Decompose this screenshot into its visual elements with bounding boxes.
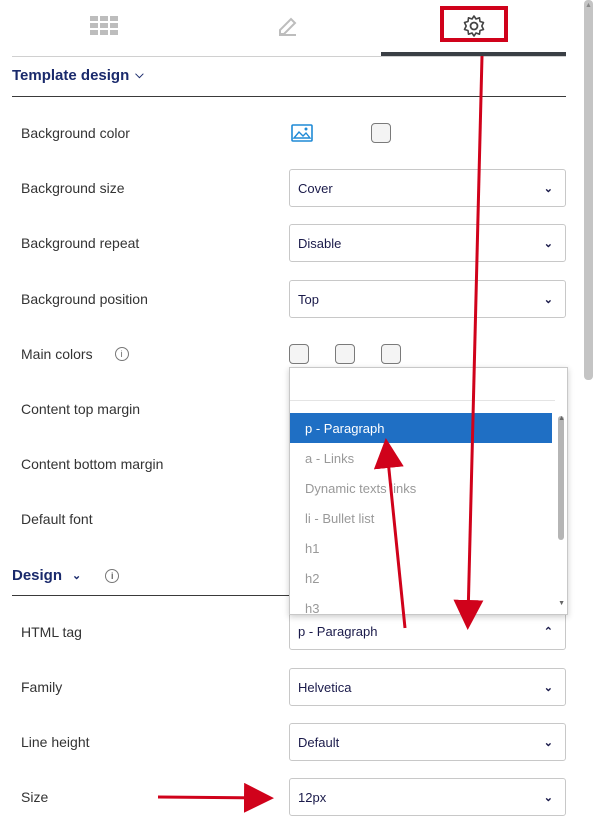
chevron-down-icon: ⌄ <box>543 736 553 749</box>
line-height-select[interactable]: Default ⌄ <box>289 723 566 761</box>
main-colors-label: Main colors <box>21 346 93 362</box>
tab-blocks[interactable] <box>12 0 196 52</box>
html-tag-label: HTML tag <box>21 624 82 640</box>
size-label: Size <box>21 789 49 805</box>
edit-icon <box>279 17 297 36</box>
default-font-label: Default font <box>21 511 93 527</box>
annotation-highlight-box <box>440 6 508 42</box>
section-title: Design <box>12 567 63 584</box>
family-select[interactable]: Helvetica ⌄ <box>289 668 566 706</box>
dropdown-option[interactable]: p - Paragraph <box>290 413 552 443</box>
tab-edit[interactable] <box>196 0 380 52</box>
background-position-label: Background position <box>21 291 148 307</box>
content-top-margin-label: Content top margin <box>21 401 141 417</box>
scroll-up-icon[interactable]: ▲ <box>585 2 592 9</box>
section-title: Template design <box>12 67 130 84</box>
chevron-down-icon: ⌄ <box>543 237 553 250</box>
divider <box>12 96 566 97</box>
chevron-down-icon: ⌄ <box>543 182 553 195</box>
background-repeat-label: Background repeat <box>21 235 140 251</box>
html-tag-select[interactable]: p - Paragraph ⌃ <box>289 612 566 650</box>
dropdown-scrollbar[interactable] <box>558 416 564 540</box>
image-icon[interactable] <box>291 124 313 142</box>
chevron-down-icon: ⌄ <box>72 570 82 582</box>
background-size-select[interactable]: Cover ⌄ <box>289 169 566 207</box>
main-color-swatch-3[interactable] <box>381 344 401 364</box>
chevron-up-icon: ⌃ <box>543 625 553 638</box>
family-label: Family <box>21 679 63 695</box>
page-scrollbar[interactable] <box>584 0 593 380</box>
dropdown-option[interactable]: li - Bullet list <box>290 503 552 533</box>
select-value: 12px <box>298 789 327 805</box>
line-height-label: Line height <box>21 734 90 750</box>
scroll-down-icon[interactable]: ▼ <box>558 600 565 607</box>
select-value: Default <box>298 734 340 750</box>
design-heading[interactable]: Design ⌄ i <box>12 567 120 584</box>
main-colors-row: Main colors i <box>21 346 129 362</box>
chevron-down-icon: ⌄ <box>543 293 553 306</box>
select-value: Disable <box>298 235 342 251</box>
dropdown-option[interactable]: h2 <box>290 563 552 593</box>
html-tag-dropdown: p - Paragraph a - Links Dynamic texts li… <box>289 367 568 615</box>
dropdown-option[interactable]: a - Links <box>290 443 552 473</box>
dropdown-option[interactable]: h3 <box>290 593 552 615</box>
content-bottom-margin-label: Content bottom margin <box>21 456 164 472</box>
annotation-arrow <box>157 782 274 813</box>
chevron-down-icon: ⌵ <box>135 69 144 81</box>
main-color-swatch-2[interactable] <box>335 344 355 364</box>
background-size-label: Background size <box>21 180 125 196</box>
select-value: Top <box>298 291 319 307</box>
chevron-down-icon: ⌄ <box>543 791 553 804</box>
dropdown-option[interactable]: h1 <box>290 533 552 563</box>
main-color-swatch-1[interactable] <box>289 344 309 364</box>
select-value: p - Paragraph <box>298 623 378 639</box>
scroll-up-icon[interactable]: ▲ <box>558 415 565 422</box>
dropdown-search[interactable] <box>290 368 555 401</box>
grid-icon <box>90 16 118 35</box>
size-select[interactable]: 12px ⌄ <box>289 778 566 816</box>
template-design-heading[interactable]: Template design ⌵ <box>12 67 144 84</box>
background-color-label: Background color <box>21 125 130 141</box>
info-icon[interactable]: i <box>114 347 129 361</box>
select-value: Helvetica <box>298 679 352 695</box>
info-icon[interactable]: i <box>105 568 120 583</box>
background-repeat-select[interactable]: Disable ⌄ <box>289 224 566 262</box>
chevron-down-icon: ⌄ <box>543 681 553 694</box>
background-position-select[interactable]: Top ⌄ <box>289 280 566 318</box>
select-value: Cover <box>298 180 333 196</box>
background-color-swatch[interactable] <box>371 123 391 143</box>
dropdown-option[interactable]: Dynamic texts links <box>290 473 552 503</box>
